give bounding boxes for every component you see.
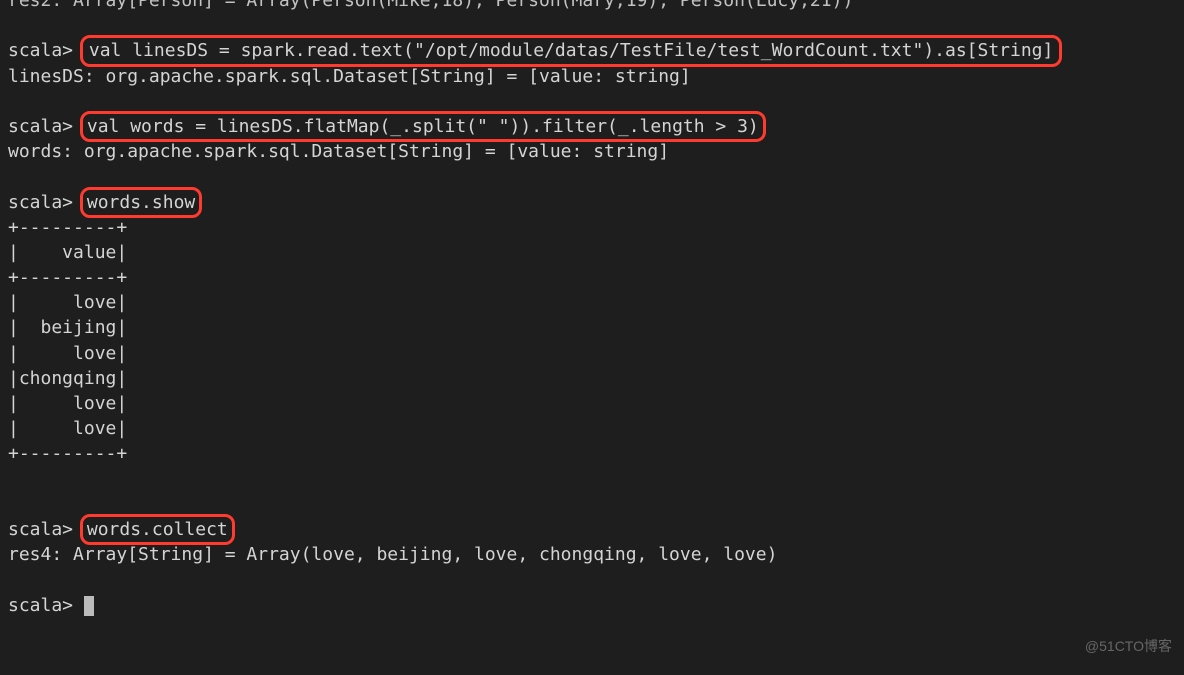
partial-top-line: res2: Array[Person] = Array(Person(Mike,… xyxy=(8,0,1176,13)
cmd-line-2: scala> val words = linesDS.flatMap(_.spl… xyxy=(8,114,1176,139)
cursor xyxy=(84,596,94,616)
highlight-box-4: words.collect xyxy=(80,514,235,545)
current-prompt-line[interactable]: scala> xyxy=(8,593,1176,618)
output-1: linesDS: org.apache.spark.sql.Dataset[St… xyxy=(8,64,1176,89)
prompt: scala> xyxy=(8,40,73,61)
table-row: |chongqing| xyxy=(8,366,1176,391)
cmd-2-text: val words = linesDS.flatMap(_.split(" ")… xyxy=(87,116,759,137)
highlight-box-3: words.show xyxy=(80,187,202,218)
output-4: res4: Array[String] = Array(love, beijin… xyxy=(8,542,1176,567)
cmd-line-3: scala> words.show xyxy=(8,190,1176,215)
highlight-box-1: val linesDS = spark.read.text("/opt/modu… xyxy=(80,35,1063,66)
table-row: | love| xyxy=(8,290,1176,315)
table-border-bot: +---------+ xyxy=(8,441,1176,466)
cmd-3-text: words.show xyxy=(87,192,195,213)
cmd-line-1: scala> val linesDS = spark.read.text("/o… xyxy=(8,38,1176,63)
cmd-1-text: val linesDS = spark.read.text("/opt/modu… xyxy=(89,40,1054,61)
highlight-box-2: val words = linesDS.flatMap(_.split(" ")… xyxy=(80,111,766,142)
table-border-mid: +---------+ xyxy=(8,265,1176,290)
cmd-line-4: scala> words.collect xyxy=(8,517,1176,542)
prompt: scala> xyxy=(8,595,73,616)
prompt: scala> xyxy=(8,116,73,137)
terminal-output: res2: Array[Person] = Array(Person(Mike,… xyxy=(0,0,1184,618)
watermark: @51CTO博客 xyxy=(1085,637,1172,657)
prompt: scala> xyxy=(8,192,73,213)
output-2: words: org.apache.spark.sql.Dataset[Stri… xyxy=(8,139,1176,164)
table-row: | love| xyxy=(8,341,1176,366)
table-row: | beijing| xyxy=(8,315,1176,340)
table-row: | love| xyxy=(8,391,1176,416)
table-header: | value| xyxy=(8,240,1176,265)
cmd-4-text: words.collect xyxy=(87,519,228,540)
table-row: | love| xyxy=(8,416,1176,441)
prompt: scala> xyxy=(8,519,73,540)
table-border-top: +---------+ xyxy=(8,215,1176,240)
